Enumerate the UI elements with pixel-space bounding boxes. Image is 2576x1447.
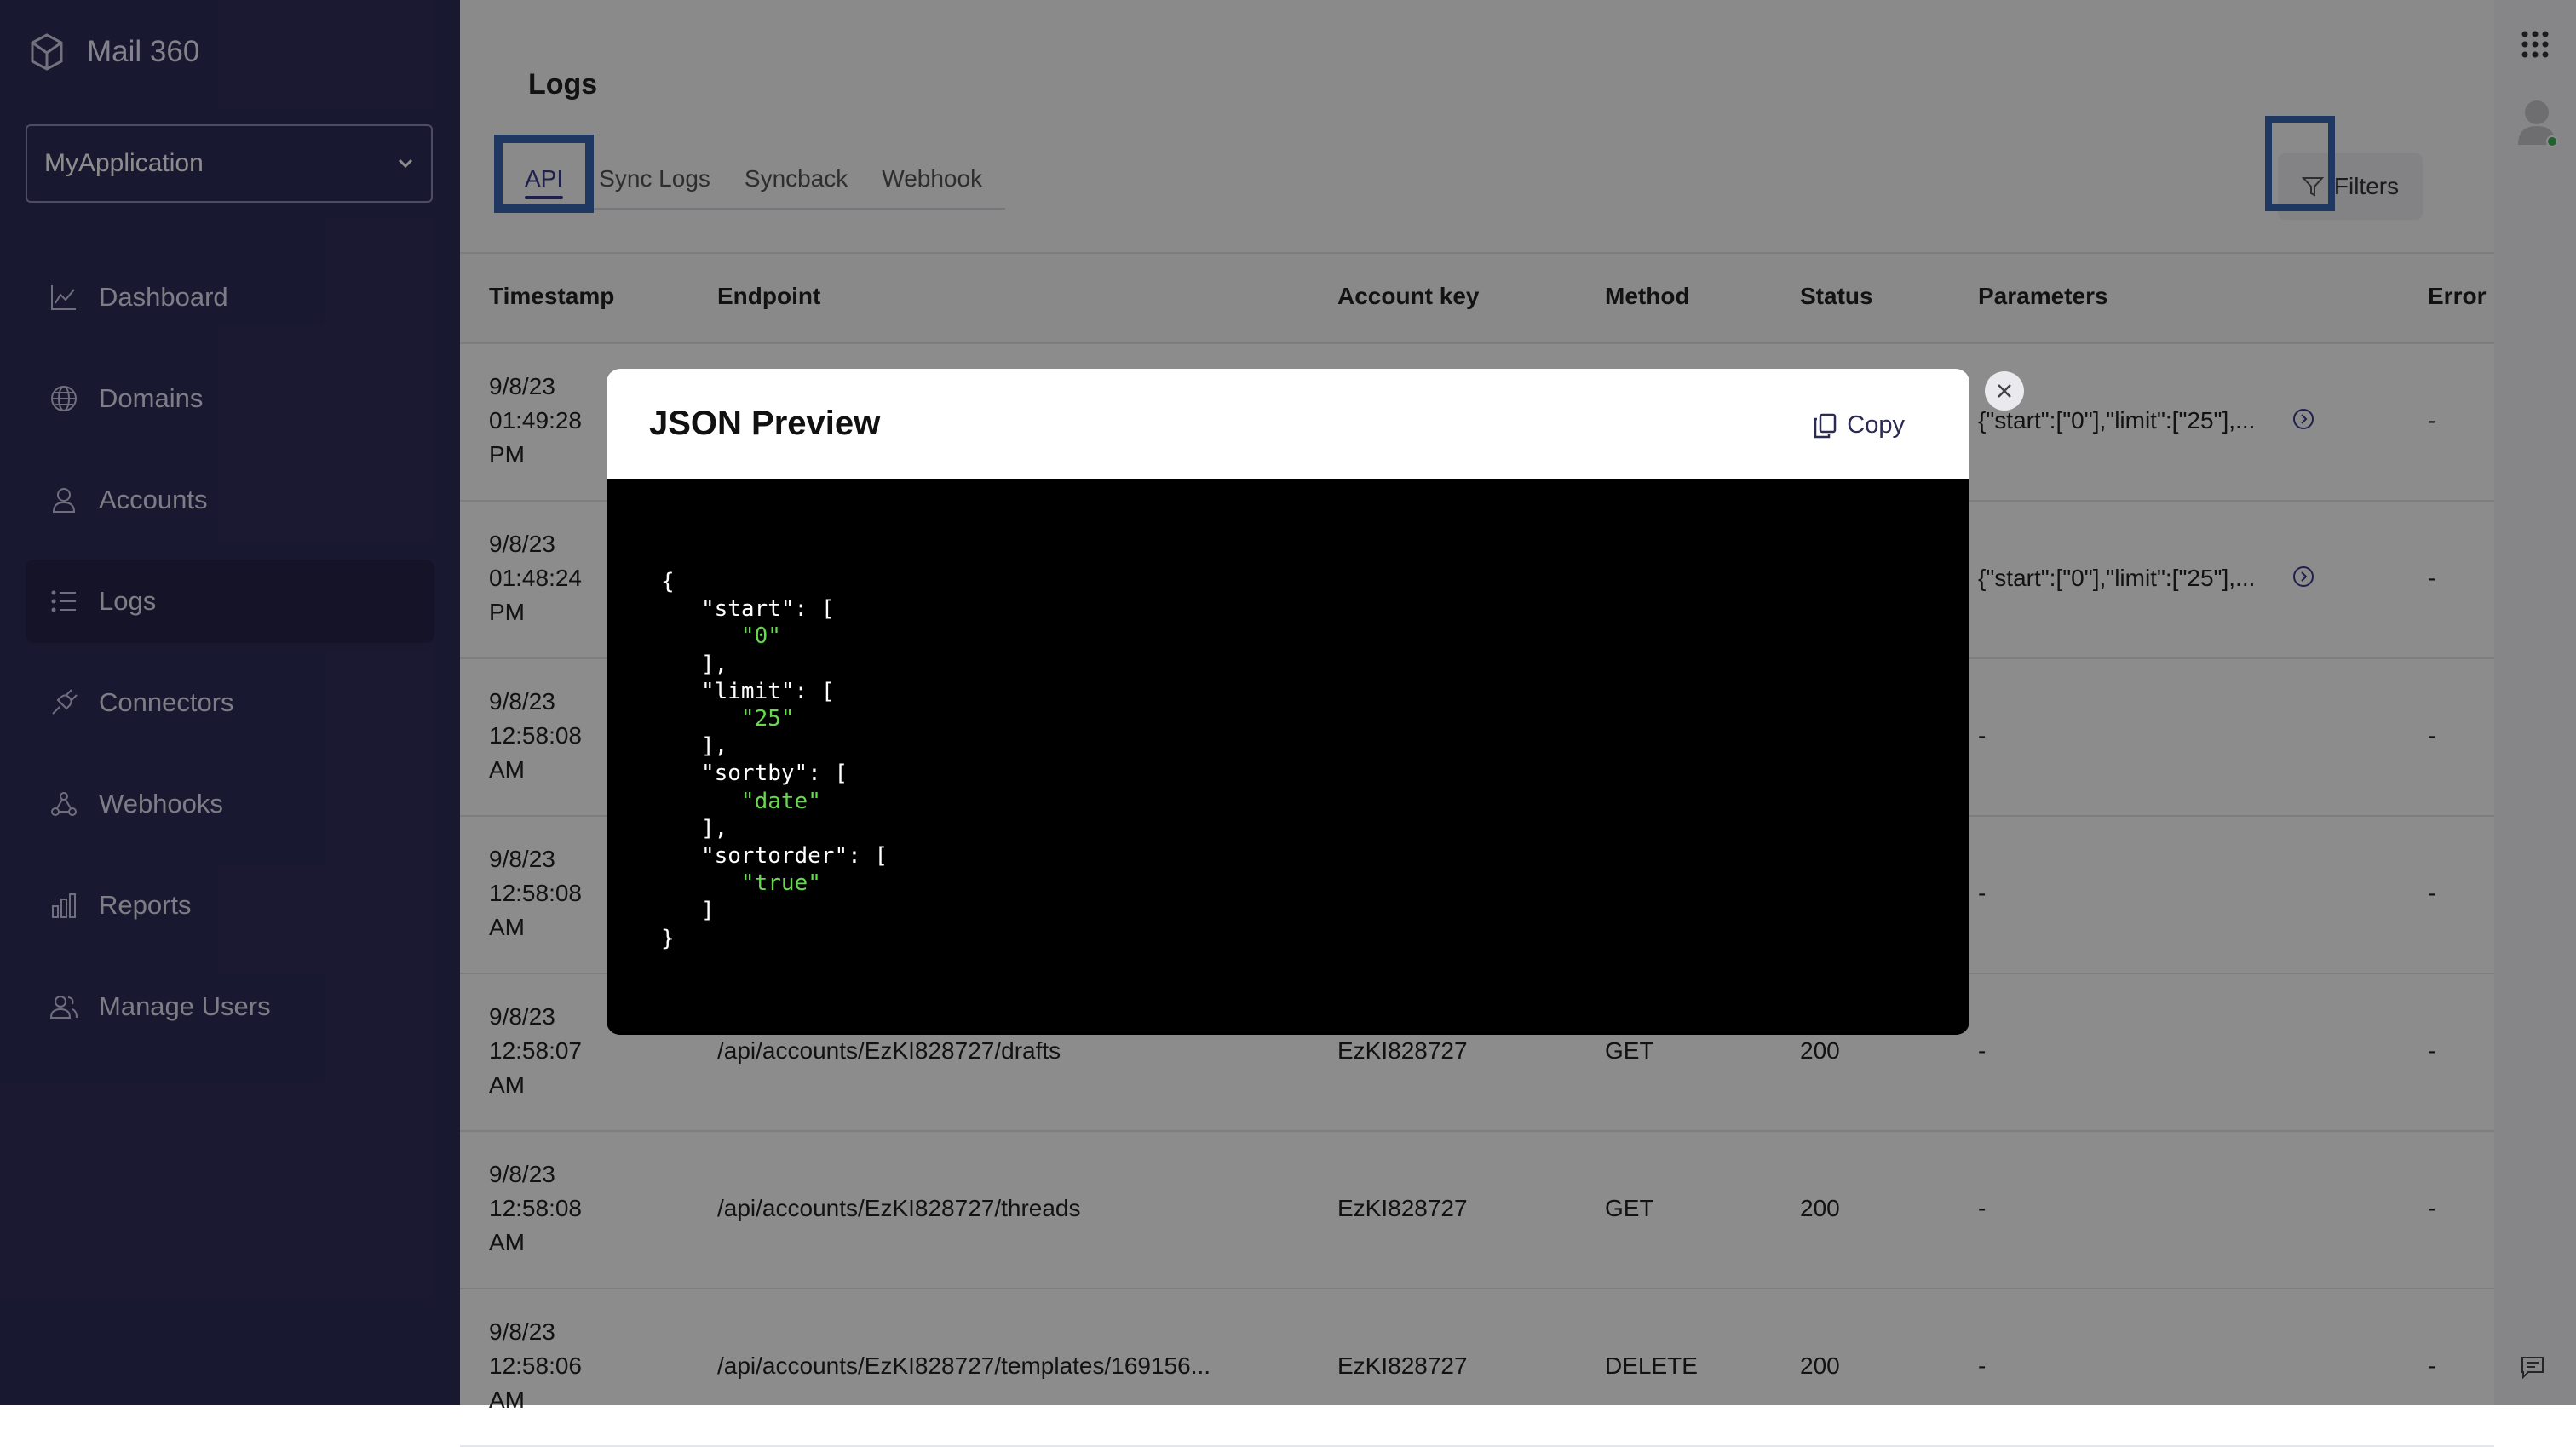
modal-header: JSON Preview Copy	[607, 369, 1969, 479]
json-preview-modal: JSON Preview Copy { "start": [ "0" ], "l…	[607, 369, 1969, 1035]
close-icon	[1998, 384, 2011, 398]
copy-label: Copy	[1847, 411, 1905, 439]
copy-icon	[1814, 413, 1837, 438]
json-code-area: { "start": [ "0" ], "limit": [ "25" ], "…	[607, 479, 1969, 1035]
modal-close-button[interactable]	[1985, 371, 2024, 411]
copy-button[interactable]: Copy	[1813, 411, 1905, 439]
json-code: { "start": [ "0" ], "limit": [ "25" ], "…	[661, 569, 888, 951]
modal-title: JSON Preview	[649, 405, 881, 442]
